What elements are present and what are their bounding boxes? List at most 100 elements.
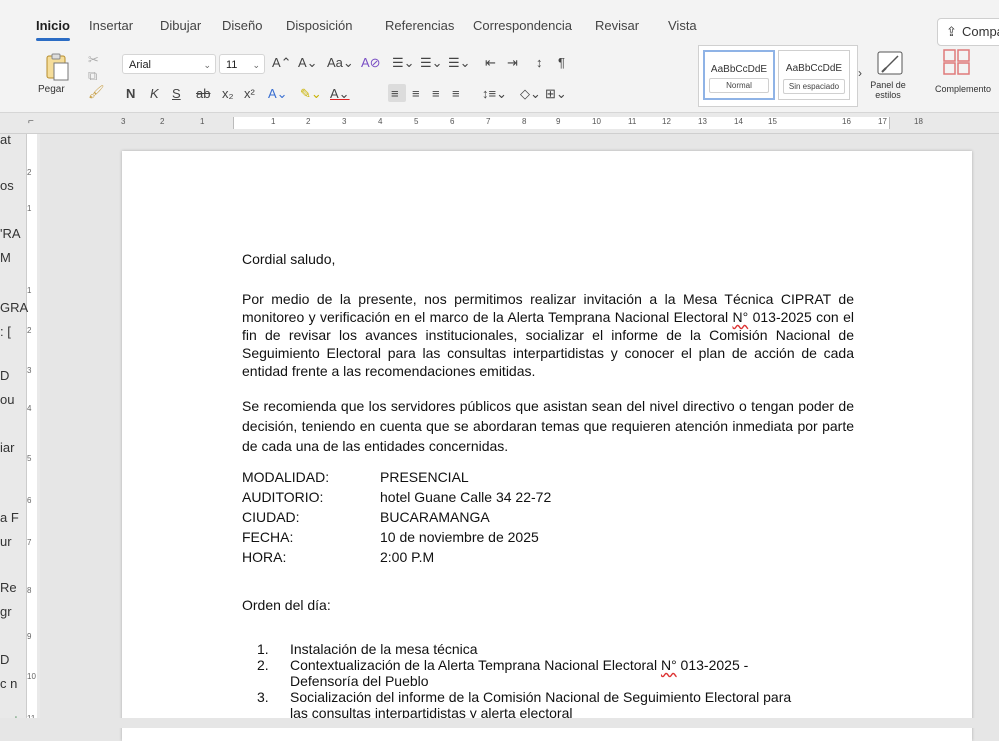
decrease-indent-icon[interactable]: ⇤	[485, 55, 496, 71]
vertical-ruler-number: 5	[27, 454, 32, 463]
vertical-ruler-number: 6	[27, 496, 32, 505]
tab-correspondencia[interactable]: Correspondencia	[473, 18, 572, 33]
field-value-modalidad: PRESENCIAL	[380, 469, 469, 485]
agenda-item-number: 2.	[257, 657, 269, 673]
navigation-pane-fragment[interactable]: c n	[0, 676, 17, 691]
style-sin-espaciado[interactable]: AaBbCcDdE Sin espaciado	[778, 50, 850, 100]
greeting: Cordial saludo,	[242, 251, 336, 267]
clear-format-icon[interactable]: A⊘	[361, 55, 381, 71]
justify-icon[interactable]: ≡	[452, 86, 460, 101]
borders-icon[interactable]: ⊞⌄	[545, 86, 567, 102]
navigation-pane-fragment[interactable]: ur	[0, 534, 12, 549]
bold-button[interactable]: N	[126, 86, 135, 101]
navigation-pane-fragment[interactable]: gr	[0, 604, 12, 619]
share-button[interactable]: ⇪ Compa	[937, 18, 999, 46]
line-spacing-icon[interactable]: ↕≡⌄	[482, 86, 507, 102]
paste-button[interactable]: Pegar	[38, 52, 74, 100]
document-page[interactable]: Cordial saludo, Por medio de la presente…	[122, 151, 972, 741]
navigation-pane-fragment[interactable]: M	[0, 250, 11, 265]
field-label-ciudad: CIUDAD:	[242, 509, 300, 525]
align-left-glyph: ≡	[391, 86, 399, 101]
ruler-number: 1	[271, 117, 276, 126]
field-value-fecha: 10 de noviembre de 2025	[380, 529, 539, 545]
sort-icon[interactable]: ↕	[536, 55, 543, 70]
navigation-pane-fragment[interactable]: 'RA	[0, 226, 21, 241]
font-name-select[interactable]: Arial ⌄	[122, 54, 216, 74]
navigation-pane-fragment[interactable]: iar	[0, 440, 14, 455]
navigation-pane-fragment[interactable]: D	[0, 368, 9, 383]
font-color-icon[interactable]: A⌄	[330, 86, 350, 102]
agenda-item-line: Instalación de la mesa técnica	[290, 641, 478, 657]
tab-disposicion[interactable]: Disposición	[286, 18, 352, 33]
cut-icon[interactable]: ✂	[88, 52, 99, 68]
chevron-down-icon: ⌄	[203, 60, 211, 70]
navigation-pane-fragment[interactable]: GRA	[0, 300, 28, 315]
style-name: Normal	[709, 78, 769, 93]
spelling-error-mark[interactable]: N°	[732, 309, 748, 325]
tab-referencias[interactable]: Referencias	[385, 18, 454, 33]
italic-button[interactable]: K	[150, 86, 159, 101]
navigation-pane-fragment[interactable]: ou	[0, 392, 14, 407]
styles-panel-button[interactable]: Panel de estilos	[868, 48, 912, 108]
format-painter-icon[interactable]: 🖌	[88, 84, 105, 100]
underline-button[interactable]: S	[172, 86, 181, 101]
ruler-number: 16	[842, 117, 851, 126]
navigation-pane-fragment[interactable]: D	[0, 652, 9, 667]
navigation-pane-fragment[interactable]: at	[0, 134, 11, 147]
ruler-number: 2	[306, 117, 311, 126]
chevron-right-icon[interactable]: ›	[858, 66, 862, 80]
tab-dibujar[interactable]: Dibujar	[160, 18, 201, 33]
agenda-item: Instalación de la mesa técnica	[290, 641, 478, 657]
shrink-font-icon[interactable]: A⌄	[298, 55, 318, 71]
navigation-pane-fragment[interactable]: : [	[0, 324, 11, 339]
style-normal[interactable]: AaBbCcDdE Normal	[703, 50, 775, 100]
vertical-ruler-number: 7	[27, 538, 32, 547]
copy-icon[interactable]: ⧉	[88, 68, 97, 84]
style-sample: AaBbCcDdE	[785, 63, 843, 74]
field-label-modalidad: MODALIDAD:	[242, 469, 330, 485]
tab-insertar[interactable]: Insertar	[89, 18, 133, 33]
vertical-ruler: 211234567891011 atos'RAMGRA: [Douiara Fu…	[0, 134, 40, 728]
ruler-number: 7	[486, 117, 491, 126]
agenda-item: Contextualización de la Alerta Temprana …	[290, 657, 748, 689]
spelling-error-mark[interactable]: N°	[661, 657, 677, 673]
tab-revisar[interactable]: Revisar	[595, 18, 639, 33]
highlight-icon[interactable]: ✎⌄	[300, 86, 322, 102]
increase-indent-icon[interactable]: ⇥	[507, 55, 518, 71]
ruler-number: 10	[592, 117, 601, 126]
grow-font-icon[interactable]: A⌃	[272, 55, 292, 71]
complements-label: Complemento	[935, 84, 992, 94]
ruler-number: 17	[878, 117, 887, 126]
subscript-icon[interactable]: x₂	[222, 86, 234, 101]
align-right-icon[interactable]: ≡	[432, 86, 440, 101]
tab-diseno[interactable]: Diseño	[222, 18, 262, 33]
multilevel-list-icon[interactable]: ☰⌄	[448, 55, 471, 71]
field-label-hora: HORA:	[242, 549, 287, 565]
shading-icon[interactable]: ◇⌄	[520, 86, 541, 102]
align-center-icon[interactable]: ≡	[412, 86, 420, 101]
tab-vista[interactable]: Vista	[668, 18, 697, 33]
strikethrough-icon[interactable]: ab	[196, 86, 210, 101]
paragraph-recommendation: Se recomienda que los servidores público…	[242, 398, 854, 454]
ruler-number: 12	[662, 117, 671, 126]
bullets-icon[interactable]: ☰⌄	[392, 55, 415, 71]
ribbon: Inicio Insertar Dibujar Diseño Disposici…	[0, 0, 999, 113]
navigation-pane-fragment[interactable]: os	[0, 178, 14, 193]
superscript-icon[interactable]: x²	[244, 86, 255, 101]
tab-inicio[interactable]: Inicio	[36, 18, 70, 41]
navigation-pane-fragment[interactable]: Re	[0, 580, 17, 595]
change-case-icon[interactable]: Aa⌄	[327, 55, 354, 71]
agenda-item-line: Socialización del informe de la Comisión…	[290, 689, 792, 705]
tab-stop-icon[interactable]: ⌐	[28, 116, 34, 127]
vertical-ruler-number: 4	[27, 404, 32, 413]
numbering-icon[interactable]: ☰⌄	[420, 55, 443, 71]
show-formatting-icon[interactable]: ¶	[558, 55, 565, 70]
complements-icon	[943, 49, 970, 75]
text-effects-icon[interactable]: A⌄	[268, 86, 288, 102]
horizontal-ruler[interactable]: ⌐ 3 2 1 1 2 3 4 5 6 7 8 9 10 11 12 13 14 15 16 17 18	[0, 113, 999, 134]
chevron-down-icon: ⌄	[252, 60, 260, 70]
navigation-pane-fragment[interactable]: a F	[0, 510, 19, 525]
complements-button[interactable]: Complemento	[930, 48, 999, 108]
style-name: Sin espaciado	[783, 79, 845, 94]
font-size-select[interactable]: 11 ⌄	[219, 54, 265, 74]
